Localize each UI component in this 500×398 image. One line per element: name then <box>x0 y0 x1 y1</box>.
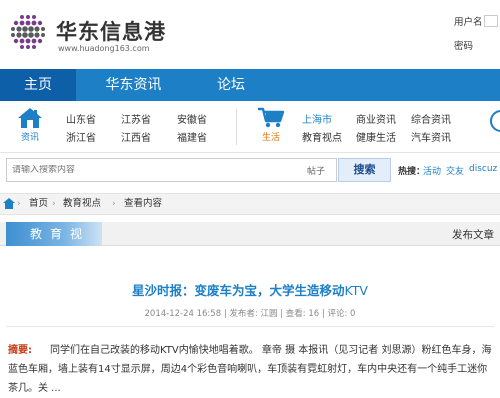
abstract-label: 摘要: <box>8 345 32 356</box>
link-anhui[interactable]: 安徽省 <box>177 111 207 126</box>
home-icon[interactable] <box>3 198 15 209</box>
username-row: 用户名 <box>454 14 500 28</box>
hot-link-friends[interactable]: 交友 <box>446 164 464 177</box>
link-zhejiang[interactable]: 浙江省 <box>66 129 96 144</box>
breadcrumb-home[interactable]: 首页 <box>29 194 48 214</box>
logo-dots-icon <box>9 13 47 51</box>
breadcrumb-separator-icon: › <box>112 199 116 209</box>
logo-url: www.huadong163.com <box>58 44 150 53</box>
hot-search-label: 热搜： <box>398 167 426 177</box>
link-general-news[interactable]: 综合资讯 <box>411 111 451 126</box>
cart-icon <box>258 107 285 128</box>
article-title-text: 星沙时报：变废车为宝，大学生造移动 <box>132 283 345 298</box>
link-shandong[interactable]: 山东省 <box>66 111 96 126</box>
news-category-label: 资讯 <box>20 133 39 143</box>
section-title[interactable]: 教育视点 <box>6 222 102 265</box>
article-title: 星沙时报：变废车为宝，大学生造移动KTV <box>0 280 500 299</box>
link-fujian[interactable]: 福建省 <box>177 129 207 144</box>
breadcrumb-current: 查看内容 <box>124 198 163 209</box>
hot-link-activity[interactable]: 活动 <box>423 164 441 177</box>
search-box <box>6 158 337 182</box>
link-business-news[interactable]: 商业资讯 <box>356 111 396 126</box>
news-category[interactable]: 资讯 <box>12 107 48 143</box>
link-education[interactable]: 教育视点 <box>302 129 342 144</box>
article-date: 2014-12-24 16:58 <box>144 309 222 319</box>
breadcrumb-separator-icon: › <box>52 199 56 209</box>
breadcrumb-separator-icon: › <box>17 199 21 209</box>
password-label[interactable]: 密码 <box>454 38 500 52</box>
search-input[interactable] <box>12 165 302 175</box>
link-auto-news[interactable]: 汽车资讯 <box>411 129 451 144</box>
comments-label: 评论: <box>327 309 348 319</box>
post-article-button[interactable]: 发布文章 <box>452 227 494 242</box>
search-scope-select[interactable]: 帖子 <box>307 164 325 177</box>
category-divider <box>236 109 237 145</box>
main-nav: 主页 华东资讯 论坛 <box>0 69 500 101</box>
breadcrumb-education[interactable]: 教育视点 <box>63 194 101 214</box>
hot-link-discuz[interactable]: discuz <box>469 164 497 174</box>
life-category-label: 生活 <box>261 133 280 143</box>
nav-item-home[interactable]: 主页 <box>0 69 76 101</box>
link-shanghai[interactable]: 上海市 <box>302 111 332 126</box>
username-label: 用户名 <box>454 17 483 28</box>
logo-text[interactable]: 华东信息港 <box>56 16 166 46</box>
comments-count[interactable]: 0 <box>350 309 355 319</box>
publisher-name[interactable]: 江圆 <box>260 309 277 319</box>
search-bar: 帖子 搜索 热搜： 活动 交友 discuz <box>0 157 500 185</box>
life-category[interactable]: 生活 <box>253 107 289 143</box>
header: 华东信息港 www.huadong163.com 用户名 密码 <box>0 0 500 68</box>
nav-item-forum[interactable]: 论坛 <box>191 69 271 101</box>
breadcrumb: › 首页 › 教育视点 › 查看内容 <box>0 193 500 215</box>
login-box: 用户名 密码 <box>454 14 500 62</box>
article-meta: 2014-12-24 16:58 | 发布者: 江圆 | 查看: 16 | 评论… <box>0 307 500 319</box>
abstract-text: 同学们在自己改装的移动KTV内愉快地唱着歌。 章帝 摄 本报讯（见习记者 刘思源… <box>8 345 492 394</box>
divider <box>6 326 494 327</box>
link-jiangxi[interactable]: 江西省 <box>121 129 151 144</box>
search-button[interactable]: 搜索 <box>338 158 391 182</box>
views-label: 查看: <box>285 309 306 319</box>
views-count: 16 <box>308 309 320 319</box>
link-jiangsu[interactable]: 江苏省 <box>121 111 151 126</box>
article-abstract: 摘要: 同学们在自己改装的移动KTV内愉快地唱着歌。 章帝 摄 本报讯（见习记者 … <box>8 341 496 398</box>
more-category-icon[interactable] <box>490 110 500 132</box>
publisher-label: 发布者: <box>229 309 258 319</box>
username-field[interactable] <box>483 15 498 27</box>
nav-item-huadong-news[interactable]: 华东资讯 <box>76 69 191 101</box>
section-header: 教育视点 发布文章 <box>0 222 500 265</box>
article-title-suffix: KTV <box>344 283 368 298</box>
category-strip: 资讯 山东省 江苏省 安徽省 浙江省 江西省 福建省 生活 上海市 商业资讯 综… <box>0 101 500 153</box>
house-icon <box>18 108 42 128</box>
link-health[interactable]: 健康生活 <box>356 129 396 144</box>
